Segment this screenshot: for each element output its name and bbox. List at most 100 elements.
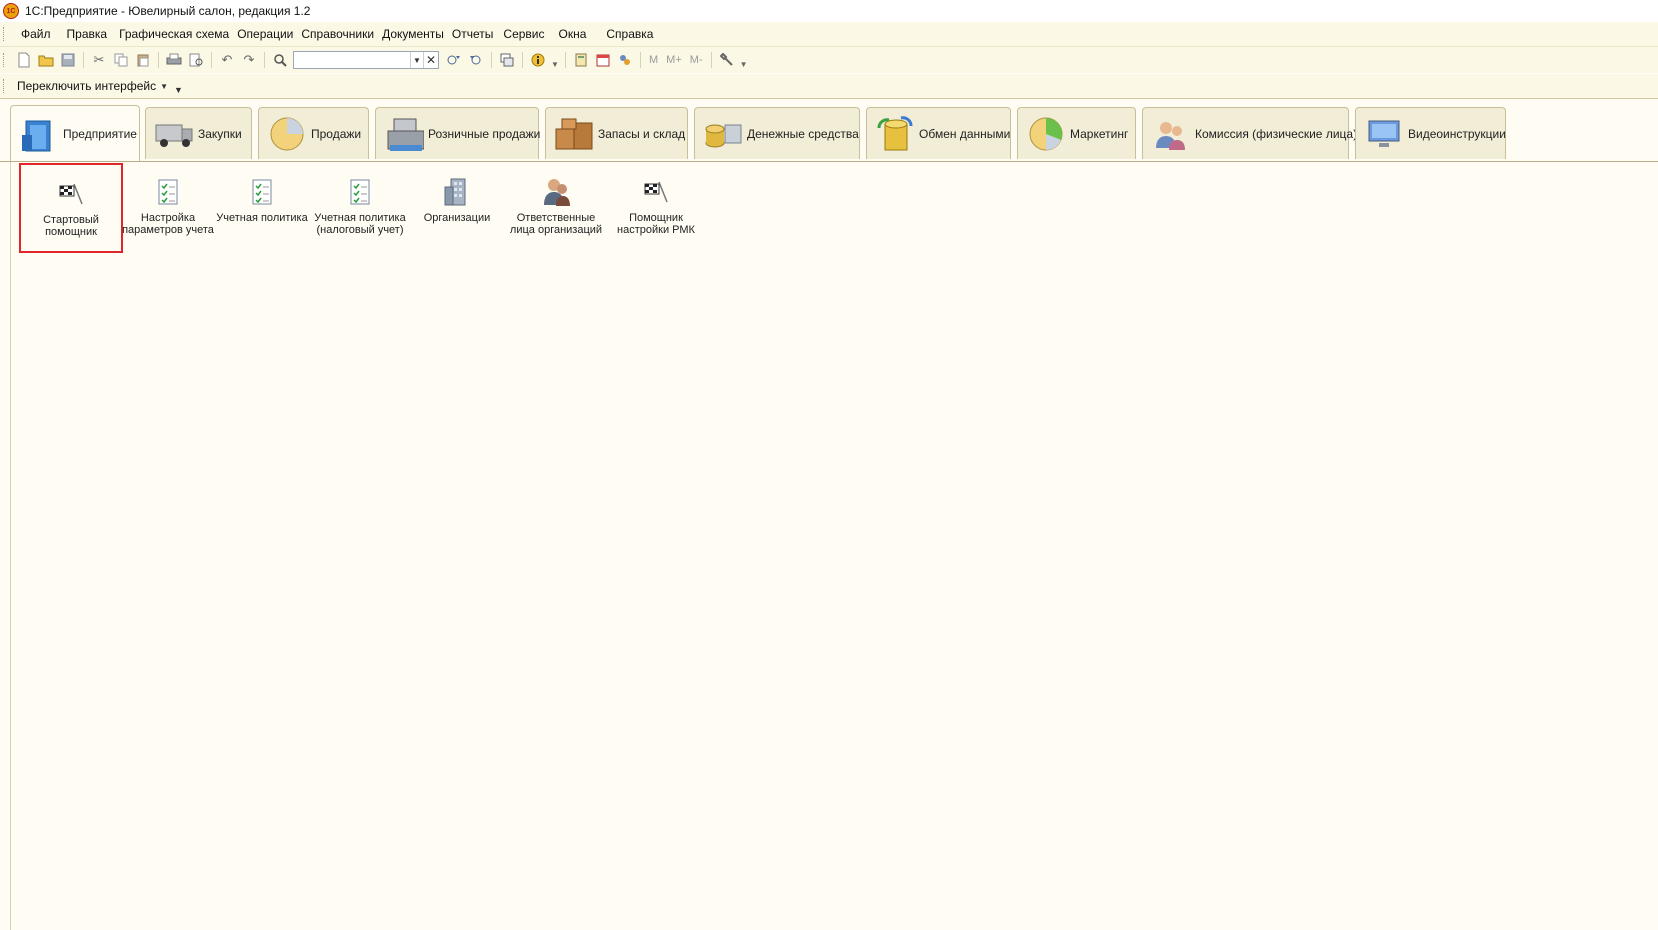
tab-label: Закупки	[198, 126, 242, 141]
pos-setup-assistant-item[interactable]: Помощник настройки РМК	[606, 176, 706, 236]
database-sync-icon	[875, 114, 915, 154]
tab-retail[interactable]: Розничные продажи	[375, 107, 541, 159]
organizations-item[interactable]: Организации	[407, 176, 507, 224]
tab-enterprise[interactable]: Предприятие	[10, 105, 140, 161]
search-field: ▼ ✕	[293, 51, 439, 69]
checklist-icon	[344, 176, 376, 208]
tab-label: Видеоинструкции	[1408, 126, 1506, 141]
info-dropdown-icon[interactable]: ▼	[551, 55, 559, 73]
checkered-flag-icon	[55, 178, 87, 210]
section-tabs: Предприятие Закупки Продажи Розничные пр…	[0, 99, 1658, 162]
windows-icon[interactable]	[498, 51, 516, 69]
item-label: Ответственные лица организаций	[509, 212, 603, 236]
toolbar-separator	[158, 52, 159, 68]
memory-m-minus-button[interactable]: M-	[690, 54, 703, 66]
tab-inventory[interactable]: Запасы и склад	[545, 107, 688, 159]
find-prev-icon[interactable]	[467, 51, 485, 69]
menu-windows[interactable]: Окна	[555, 27, 591, 41]
print-icon[interactable]	[165, 51, 183, 69]
tab-commission[interactable]: Комиссия (физические лица)	[1142, 107, 1357, 159]
toolbar-separator	[565, 52, 566, 68]
tab-money[interactable]: Денежные средства	[694, 107, 860, 159]
tab-label: Денежные средства	[747, 126, 859, 141]
search-icon[interactable]	[271, 51, 289, 69]
cut-icon[interactable]: ✂	[90, 51, 108, 69]
enterprise-icon	[19, 114, 59, 154]
menu-service[interactable]: Сервис	[499, 27, 548, 41]
menu-documents[interactable]: Документы	[378, 27, 448, 41]
toolbar-separator	[710, 52, 712, 68]
calendar-icon[interactable]	[594, 51, 612, 69]
start-assistant-item[interactable]: Стартовый помощник	[19, 163, 123, 253]
calculator-icon[interactable]	[572, 51, 590, 69]
tools-icon[interactable]	[718, 51, 736, 69]
tab-marketing[interactable]: Маркетинг	[1017, 107, 1136, 159]
app-logo-icon: 1С	[3, 3, 19, 19]
menu-reports[interactable]: Отчеты	[448, 27, 497, 41]
pie-icon	[267, 114, 307, 154]
menu-graphic-scheme[interactable]: Графическая схема	[115, 27, 233, 41]
item-label: Помощник настройки РМК	[617, 212, 695, 236]
tab-video[interactable]: Видеоинструкции	[1355, 107, 1506, 159]
menu-grip[interactable]	[3, 27, 7, 41]
toolbar-separator	[522, 52, 523, 68]
menu-file[interactable]: Файл	[17, 27, 55, 41]
toolbar-separator	[640, 52, 641, 68]
save-icon[interactable]	[59, 51, 77, 69]
person-icon	[540, 176, 572, 208]
toolbar-overflow-icon[interactable]: ▼	[174, 85, 183, 95]
search-clear-icon[interactable]: ✕	[423, 52, 438, 68]
tab-sales[interactable]: Продажи	[258, 107, 369, 159]
find-next-icon[interactable]	[445, 51, 463, 69]
coins-icon	[703, 114, 743, 154]
tab-label: Запасы и склад	[598, 126, 686, 141]
tax-accounting-policy-item[interactable]: Учетная политика (налоговый учет)	[310, 176, 410, 236]
building-icon	[441, 176, 473, 208]
truck-icon	[154, 114, 194, 154]
memory-m-button[interactable]: M	[649, 54, 658, 66]
toolbar-separator	[264, 52, 265, 68]
checklist-icon	[246, 176, 278, 208]
tab-label: Предприятие	[63, 126, 137, 141]
new-document-icon[interactable]	[15, 51, 33, 69]
copy-icon[interactable]	[112, 51, 130, 69]
tab-label: Розничные продажи	[428, 126, 541, 141]
switch-grip[interactable]	[3, 79, 7, 93]
tab-label: Обмен данными	[919, 126, 1011, 141]
marketing-pie-icon	[1026, 114, 1066, 154]
print-preview-icon[interactable]	[187, 51, 205, 69]
toolbar-grip[interactable]	[3, 53, 7, 67]
search-dropdown-icon[interactable]: ▼	[410, 52, 423, 68]
tab-label: Продажи	[311, 126, 362, 141]
menu-edit[interactable]: Правка	[63, 27, 112, 41]
menu-bar: Файл Правка Графическая схема Операции С…	[0, 22, 1658, 47]
tab-data-exchange[interactable]: Обмен данными	[866, 107, 1011, 159]
redo-icon[interactable]: ↷	[240, 51, 258, 69]
accounting-settings-item[interactable]: Настройка параметров учета	[118, 176, 218, 236]
item-label: Стартовый помощник	[43, 214, 99, 238]
boxes-icon	[554, 114, 594, 154]
responsible-persons-item[interactable]: Ответственные лица организаций	[506, 176, 606, 236]
switch-interface-dropdown-icon[interactable]: ▼	[160, 82, 168, 91]
open-folder-icon[interactable]	[37, 51, 55, 69]
toolbar-separator	[211, 52, 212, 68]
switch-interface-button[interactable]: Переключить интерфейс	[17, 79, 156, 93]
item-label: Настройка параметров учета	[122, 212, 214, 236]
main-toolbar: ✂ ↶ ↷ ▼ ✕ ▼ M M+ M- ▼	[0, 47, 1658, 73]
menu-references[interactable]: Справочники	[297, 27, 378, 41]
undo-icon[interactable]: ↶	[218, 51, 236, 69]
tab-purchases[interactable]: Закупки	[145, 107, 252, 159]
currency-icon[interactable]	[616, 51, 634, 69]
tab-label: Маркетинг	[1070, 126, 1129, 141]
menu-help[interactable]: Справка	[602, 27, 657, 41]
search-input[interactable]	[294, 53, 410, 67]
menu-operations[interactable]: Операции	[233, 27, 297, 41]
monitor-icon	[1364, 114, 1404, 154]
accounting-policy-item[interactable]: Учетная политика	[212, 176, 312, 224]
tools-dropdown-icon[interactable]: ▼	[740, 55, 748, 73]
paste-icon[interactable]	[134, 51, 152, 69]
memory-m-plus-button[interactable]: M+	[666, 54, 682, 66]
info-icon[interactable]	[529, 51, 547, 69]
toolbar-separator	[83, 52, 84, 68]
item-label: Учетная политика (налоговый учет)	[314, 212, 406, 236]
